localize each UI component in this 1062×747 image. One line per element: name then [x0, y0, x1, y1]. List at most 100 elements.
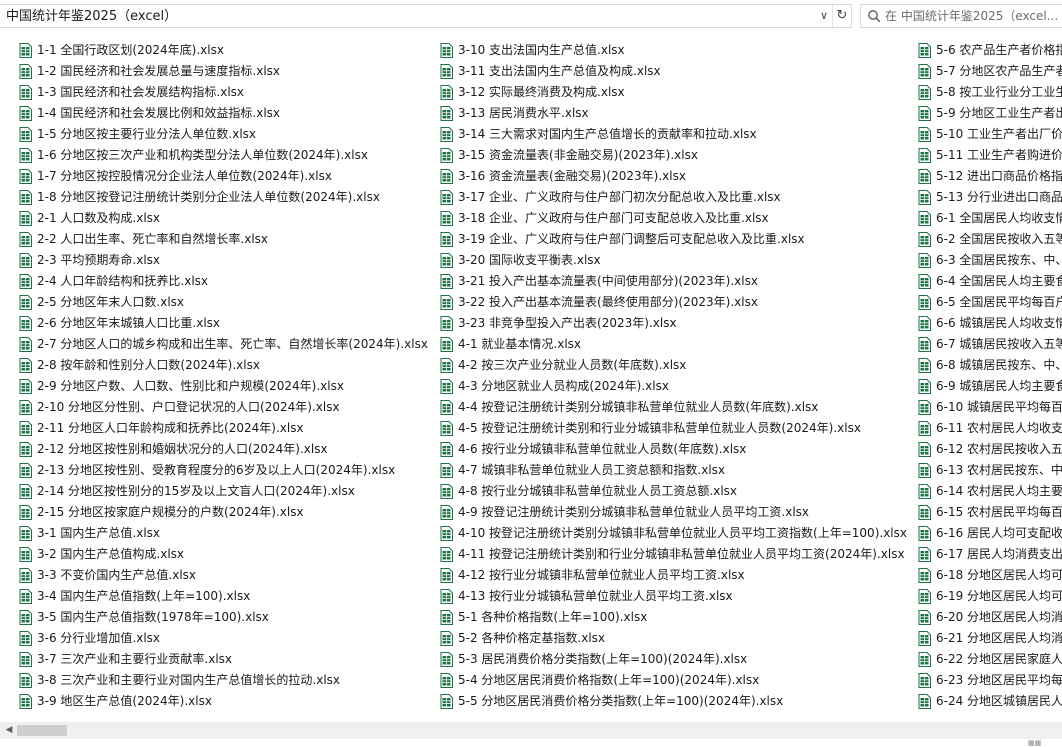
excel-file-icon [440, 442, 453, 457]
file-name: 6-2 全国居民按收入五等 [936, 232, 1062, 246]
excel-file-icon [918, 400, 931, 415]
excel-file-icon [440, 106, 453, 121]
file-name: 1-7 分地区按控股情况分企业法人单位数(2024年).xlsx [37, 169, 332, 183]
excel-file-icon [19, 484, 32, 499]
excel-file-icon [440, 652, 453, 667]
file-name: 6-12 农村居民按收入五 [936, 442, 1062, 456]
file-name: 6-20 分地区居民人均消 [936, 610, 1062, 624]
file-name: 2-12 分地区按性别和婚姻状况分的人口(2024年).xlsx [37, 442, 328, 456]
file-name: 3-13 居民消费水平.xlsx [458, 106, 589, 120]
file-name: 5-8 按工业行业分工业生产 [936, 85, 1062, 99]
file-name: 3-5 国内生产总值指数(1978年=100).xlsx [37, 610, 269, 624]
file-name: 2-9 分地区户数、人口数、性别比和户规模(2024年).xlsx [37, 379, 344, 393]
file-name: 1-6 分地区按三次产业和机构类型分法人单位数(2024年).xlsx [37, 148, 368, 162]
excel-file-icon [440, 211, 453, 226]
file-name: 3-11 支出法国内生产总值及构成.xlsx [458, 64, 661, 78]
file-name: 3-16 资金流量表(金融交易)(2023年).xlsx [458, 169, 686, 183]
file-name: 6-19 分地区居民人均可 [936, 589, 1062, 603]
excel-file-icon [918, 463, 931, 478]
file-name: 2-7 分地区人口的城乡构成和出生率、死亡率、自然增长率(2024年).xlsx [37, 337, 428, 351]
excel-file-icon [440, 337, 453, 352]
file-name: 6-14 农村居民人均主要 [936, 484, 1062, 498]
file-name: 2-14 分地区按性别分的15岁及以上文盲人口(2024年).xlsx [37, 484, 355, 498]
file-name: 6-22 分地区居民家庭人 [936, 652, 1062, 666]
excel-file-icon [918, 505, 931, 520]
excel-file-icon [440, 610, 453, 625]
excel-file-icon [440, 589, 453, 604]
excel-file-icon [918, 547, 931, 562]
excel-file-icon [440, 631, 453, 646]
excel-file-icon [918, 421, 931, 436]
scrollbar-thumb[interactable] [17, 725, 67, 736]
file-name: 3-21 投入产出基本流量表(中间使用部分)(2023年).xlsx [458, 274, 758, 288]
file-name: 2-1 人口数及构成.xlsx [37, 211, 161, 225]
excel-file-icon [440, 694, 453, 709]
file-name: 6-1 全国居民人均收支情 [936, 211, 1062, 225]
search-input[interactable] [885, 7, 1062, 25]
excel-file-icon [19, 316, 32, 331]
excel-file-icon [918, 610, 931, 625]
file-name: 6-18 分地区居民人均可 [936, 568, 1062, 582]
file-name: 3-7 三次产业和主要行业贡献率.xlsx [37, 652, 233, 666]
file-name: 3-18 企业、广义政府与住户部门可支配总收入及比重.xlsx [458, 211, 769, 225]
excel-file-icon [19, 64, 32, 79]
excel-file-icon [19, 295, 32, 310]
excel-file-icon [440, 484, 453, 499]
file-name: 5-10 工业生产者出厂价 [936, 127, 1062, 141]
excel-file-icon [918, 526, 931, 541]
excel-file-icon [918, 568, 931, 583]
file-name: 3-17 企业、广义政府与住户部门初次分配总收入及比重.xlsx [458, 190, 781, 204]
file-name: 1-5 分地区按主要行业分法人单位数.xlsx [37, 127, 257, 141]
navigation-bar: 中国统计年鉴2025（excel） ∨ ↻ [0, 0, 1062, 32]
excel-file-icon [440, 64, 453, 79]
excel-file-icon [918, 673, 931, 688]
excel-file-icon [440, 43, 453, 58]
file-name: 4-13 按行业分城镇私营单位就业人员平均工资.xlsx [458, 589, 733, 603]
excel-file-icon [918, 232, 931, 247]
file-name: 3-10 支出法国内生产总值.xlsx [458, 43, 625, 57]
view-toggle-icon[interactable]: ▦▦ [1028, 739, 1041, 747]
file-name: 4-8 按行业分城镇非私营单位就业人员工资总额.xlsx [458, 484, 738, 498]
excel-file-icon [19, 337, 32, 352]
excel-file-icon [918, 127, 931, 142]
file-name: 6-9 城镇居民人均主要食 [936, 379, 1062, 393]
excel-file-icon [918, 211, 931, 226]
file-name: 6-24 分地区城镇居民人 [936, 694, 1062, 708]
search-box[interactable] [860, 4, 1062, 28]
excel-file-icon [918, 148, 931, 163]
arrow-left-icon[interactable]: ◀ [3, 722, 15, 739]
file-name: 5-13 分行业进出口商品 [936, 190, 1062, 204]
chevron-down-icon[interactable]: ∨ [816, 5, 832, 27]
file-name: 3-2 国内生产总值构成.xlsx [37, 547, 185, 561]
file-name: 6-7 城镇居民按收入五等 [936, 337, 1062, 351]
horizontal-scrollbar[interactable]: ◀ [0, 722, 1062, 739]
file-name: 3-3 不变价国内生产总值.xlsx [37, 568, 197, 582]
excel-file-icon [19, 358, 32, 373]
file-name: 2-3 平均预期寿命.xlsx [37, 253, 161, 267]
excel-file-icon [918, 358, 931, 373]
excel-file-icon [19, 274, 32, 289]
file-name: 5-3 居民消费价格分类指数(上年=100)(2024年).xlsx [458, 652, 748, 666]
file-name: 6-10 城镇居民平均每百 [936, 400, 1062, 414]
excel-file-icon [440, 358, 453, 373]
excel-file-icon [440, 547, 453, 562]
excel-file-icon [19, 106, 32, 121]
address-bar[interactable]: 中国统计年鉴2025（excel） ∨ ↻ [0, 4, 852, 28]
file-name: 6-4 全国居民人均主要食 [936, 274, 1062, 288]
excel-file-icon [19, 526, 32, 541]
address-path[interactable]: 中国统计年鉴2025（excel） [6, 8, 177, 25]
excel-file-icon [440, 673, 453, 688]
file-name: 4-6 按行业分城镇非私营单位就业人员数(年底数).xlsx [458, 442, 747, 456]
file-name: 1-1 全国行政区划(2024年底).xlsx [37, 43, 224, 57]
refresh-icon[interactable]: ↻ [832, 5, 851, 27]
excel-file-icon [918, 589, 931, 604]
excel-file-icon [440, 463, 453, 478]
excel-file-icon [440, 505, 453, 520]
file-name: 2-15 分地区按家庭户规模分的户数(2024年).xlsx [37, 505, 304, 519]
excel-file-icon [19, 652, 32, 667]
status-bar: ▦▦ [0, 739, 1062, 747]
file-name: 1-2 国民经济和社会发展总量与速度指标.xlsx [37, 64, 281, 78]
file-name: 3-1 国内生产总值.xlsx [37, 526, 161, 540]
file-name: 5-11 工业生产者购进价 [936, 148, 1062, 162]
search-icon [868, 10, 881, 23]
